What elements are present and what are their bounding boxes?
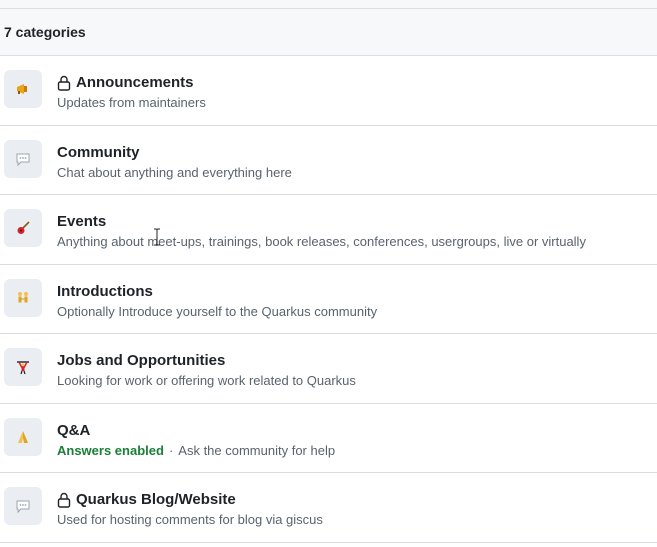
person-lifting-weights-icon bbox=[4, 348, 42, 386]
category-title[interactable]: Quarkus Blog/Website bbox=[57, 490, 657, 510]
category-row-community[interactable]: Community Chat about anything and everyt… bbox=[0, 126, 657, 195]
category-body: Introductions Optionally Introduce yours… bbox=[57, 282, 657, 321]
category-body: Q&A Answers enabled · Ask the community fo… bbox=[57, 421, 657, 460]
category-body: Events Anything about meet-ups, training… bbox=[57, 212, 657, 251]
category-title[interactable]: Introductions bbox=[57, 282, 657, 302]
category-title[interactable]: Q&A bbox=[57, 421, 657, 441]
category-title[interactable]: Community bbox=[57, 143, 657, 163]
guitar-icon bbox=[4, 209, 42, 247]
category-title-text: Community bbox=[57, 143, 140, 161]
category-body: Announcements Updates from maintainers bbox=[57, 73, 657, 112]
speech-bubble-icon bbox=[4, 487, 42, 525]
category-body: Community Chat about anything and everyt… bbox=[57, 143, 657, 182]
category-title-text: Events bbox=[57, 213, 107, 230]
category-row-jobs-and-opportunities[interactable]: Jobs and Opportunities Looking for work … bbox=[0, 334, 657, 404]
category-row-events[interactable]: Events Anything about meet-ups, training… bbox=[0, 195, 657, 265]
category-title-text: Quarkus Blog/Website bbox=[76, 491, 236, 508]
text-cursor-icon bbox=[154, 228, 160, 246]
category-list: Announcements Updates from maintainers C… bbox=[0, 56, 657, 543]
categories-count-title: 7 categories bbox=[4, 24, 86, 40]
category-title-text: Jobs and Opportunities bbox=[57, 352, 226, 369]
separator-dot: · bbox=[168, 442, 174, 458]
answers-enabled-badge: Answers enabled bbox=[57, 442, 164, 458]
category-row-qa[interactable]: Q&A Answers enabled · Ask the community fo… bbox=[0, 404, 657, 473]
category-description: Looking for work or offering work relate… bbox=[57, 373, 356, 388]
category-row-announcements[interactable]: Announcements Updates from maintainers bbox=[0, 56, 657, 126]
category-description: Optionally Introduce yourself to the Qua… bbox=[57, 303, 378, 319]
category-title[interactable]: Events bbox=[57, 212, 657, 232]
people-holding-hands-icon bbox=[4, 278, 42, 317]
category-title-text: Q&A bbox=[57, 421, 91, 439]
category-title-text: Introductions bbox=[57, 282, 153, 300]
top-strip bbox=[0, 0, 657, 9]
lock-icon bbox=[57, 75, 71, 91]
folded-hands-icon bbox=[4, 417, 42, 456]
category-description: Chat about anything and everything here bbox=[57, 164, 292, 180]
category-title-text: Announcements bbox=[76, 74, 194, 91]
speech-bubble-icon bbox=[4, 139, 42, 178]
category-description-line: Answers enabled · Ask the community for he… bbox=[57, 442, 657, 460]
lock-icon bbox=[57, 492, 71, 508]
category-description: Updates from maintainers bbox=[57, 95, 206, 110]
categories-header: 7 categories bbox=[0, 9, 657, 56]
category-row-introductions[interactable]: Introductions Optionally Introduce yours… bbox=[0, 265, 657, 334]
category-title[interactable]: Jobs and Opportunities bbox=[57, 351, 657, 371]
category-description: Ask the community for help bbox=[178, 442, 336, 458]
category-description: Anything about meet-ups, trainings, book… bbox=[57, 234, 586, 249]
category-title[interactable]: Announcements bbox=[57, 73, 657, 93]
category-description: Used for hosting comments for blog via g… bbox=[57, 512, 323, 527]
megaphone-icon bbox=[4, 70, 42, 108]
category-row-quarkus-blog-website[interactable]: Quarkus Blog/Website Used for hosting co… bbox=[0, 473, 657, 543]
category-body: Quarkus Blog/Website Used for hosting co… bbox=[57, 490, 657, 529]
category-body: Jobs and Opportunities Looking for work … bbox=[57, 351, 657, 390]
